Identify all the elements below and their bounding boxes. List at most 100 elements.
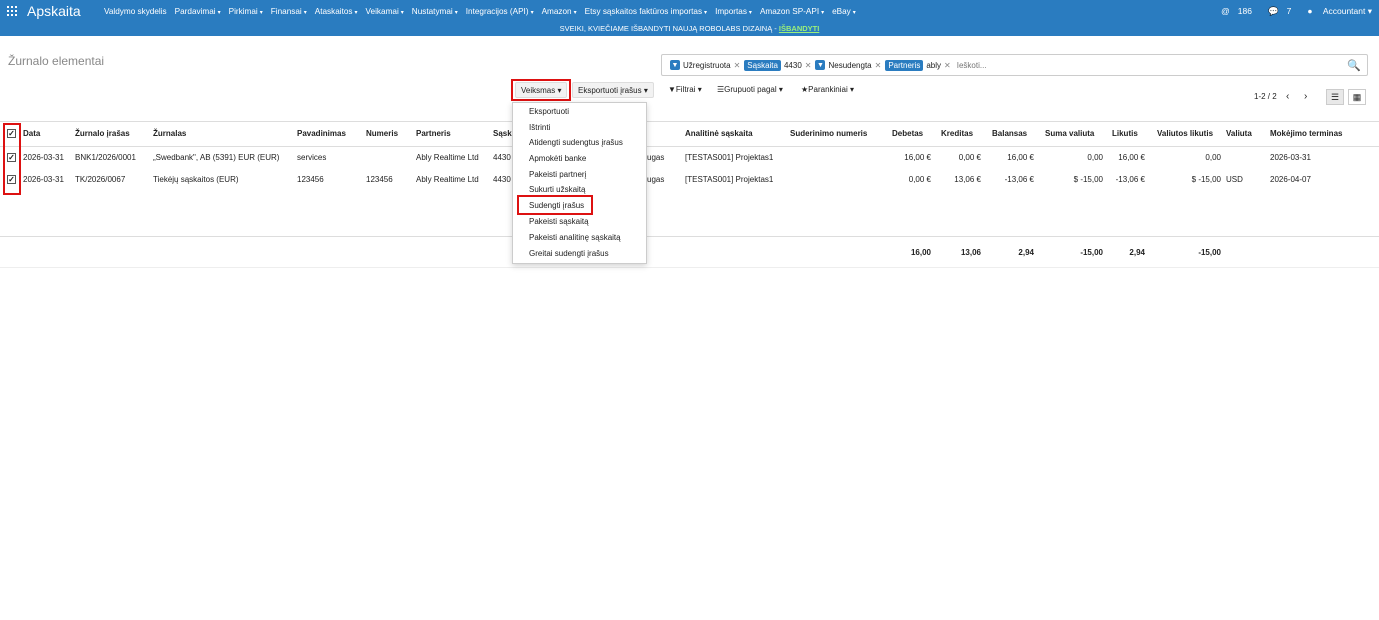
column-header[interactable]: Suma valiuta [1045, 129, 1094, 138]
table-cell: -13,06 € [1004, 175, 1034, 184]
table-cell: 2026-03-31 [1270, 153, 1311, 162]
remove-facet-icon[interactable]: ✕ [944, 61, 951, 70]
apps-grid-icon[interactable] [7, 6, 17, 16]
column-header[interactable]: Valiuta [1226, 129, 1252, 138]
table-cell: BNK1/2026/0001 [75, 153, 136, 162]
column-header[interactable]: Mokėjimo terminas [1270, 129, 1342, 138]
remove-facet-icon[interactable]: ✕ [734, 61, 741, 70]
table-cell: 0,00 [1205, 153, 1221, 162]
chevron-right-icon[interactable]: › [1299, 89, 1313, 103]
pivot-view-icon[interactable]: ▦ [1348, 89, 1366, 105]
highlight-reconcile [517, 195, 593, 215]
menu-item[interactable]: Importas ▾ [715, 7, 752, 16]
menu-item-unreconcile[interactable]: Atidengti sudengtus įrašus [529, 138, 623, 147]
notifications[interactable]: @186 [1213, 6, 1252, 16]
banner-link[interactable]: IŠBANDYTI [779, 24, 819, 33]
search-facet: ▼ Užregistruota ✕ [670, 60, 741, 70]
column-header[interactable]: Debetas [892, 129, 923, 138]
menu-item-change-analytic[interactable]: Pakeisti analitinę sąskaitą [529, 233, 621, 242]
column-header[interactable]: Žurnalas [153, 129, 186, 138]
total-cell: 16,00 [910, 248, 931, 257]
table-cell: 0,00 [1087, 153, 1103, 162]
menu-item[interactable]: Pardavimai ▾ [175, 7, 221, 16]
menu-item[interactable]: Valdymo skydelis [104, 7, 167, 16]
table-cell: [TESTAS001] Projektas1 [685, 175, 774, 184]
search-facet: Partneris ably ✕ [885, 59, 951, 71]
actions-dropdown: Eksportuoti Ištrinti Atidengti sudengtus… [512, 102, 647, 264]
remove-facet-icon[interactable]: ✕ [875, 61, 882, 70]
column-header[interactable]: Numeris [366, 129, 398, 138]
menu-item[interactable]: Veikamai ▾ [366, 7, 404, 16]
column-header[interactable]: Valiutos likutis [1157, 129, 1213, 138]
menu-item-change-partner[interactable]: Pakeisti partnerį [529, 170, 586, 179]
column-header[interactable]: Kreditas [941, 129, 973, 138]
menu-item[interactable]: Ataskaitos ▾ [315, 7, 358, 16]
menu-item[interactable]: Finansai ▾ [271, 7, 307, 16]
chat-icon: 💬 [1267, 5, 1279, 16]
pager: 1-2 / 2 ‹ › [1254, 89, 1313, 103]
table-cell: -13,06 € [1115, 175, 1145, 184]
group-by-button[interactable]: ☰Grupuoti pagal ▾ [717, 82, 783, 98]
menu-item-create-offset[interactable]: Sukurti užskaitą [529, 185, 585, 194]
list-view-icon[interactable]: ☰ [1326, 89, 1344, 105]
user-area: @186 💬 7 ● Accountant ▾ [1205, 0, 1372, 22]
messages[interactable]: 💬 7 [1260, 6, 1291, 17]
table-cell: ugas [647, 153, 665, 162]
footer-divider [0, 236, 1379, 237]
filter-icon: ▼ [815, 60, 826, 70]
search-bar[interactable]: ▼ Užregistruota ✕ Sąskaita 4430 ✕ ▼ Nesu… [661, 54, 1368, 76]
chevron-left-icon[interactable]: ‹ [1281, 89, 1295, 103]
top-navbar: Apskaita Valdymo skydelis Pardavimai ▾ Pi… [0, 0, 1379, 22]
table-cell: ugas [647, 175, 665, 184]
column-header[interactable]: Balansas [992, 129, 1027, 138]
filter-icon: ▼ [668, 85, 676, 94]
column-header[interactable]: Pavadinimas [297, 129, 346, 138]
menu-item-pay-bank[interactable]: Apmokėti banke [529, 154, 586, 163]
total-cell: 2,94 [1018, 248, 1034, 257]
total-cell: -15,00 [1198, 248, 1221, 257]
menu-item-quick-reconcile[interactable]: Greitai sudengti įrašus [529, 249, 609, 258]
column-header[interactable]: Žurnalo įrašas [75, 129, 130, 138]
column-header[interactable]: Partneris [416, 129, 451, 138]
table-cell: 2026-03-31 [23, 175, 64, 184]
menu-item-change-account[interactable]: Pakeisti sąskaitą [529, 217, 589, 226]
table-cell: services [297, 153, 327, 162]
main-menu: Valdymo skydelis Pardavimai ▾ Pirkimai ▾ F… [104, 0, 864, 22]
table-cell: 16,00 € [1118, 153, 1145, 162]
search-icon[interactable]: 🔍 [1347, 59, 1361, 72]
table-cell: 2026-04-07 [1270, 175, 1311, 184]
menu-item-export[interactable]: Eksportuoti [529, 107, 569, 116]
filters-button[interactable]: ▼Filtrai ▾ [668, 82, 702, 98]
column-header[interactable]: Sąsk [493, 129, 512, 138]
remove-facet-icon[interactable]: ✕ [805, 61, 812, 70]
avatar-icon: ● [1307, 5, 1313, 16]
favorites-button[interactable]: ★Parankiniai ▾ [801, 82, 854, 98]
table-cell: Ably Realtime Ltd [416, 153, 479, 162]
highlight-checkboxes [3, 123, 21, 195]
app-title[interactable]: Apskaita [27, 3, 81, 19]
menu-item[interactable]: Integracijos (API) ▾ [466, 7, 534, 16]
menu-item[interactable]: Amazon SP-API ▾ [760, 7, 824, 16]
menu-item[interactable]: Nustatymai ▾ [412, 7, 458, 16]
table-cell: 16,00 € [904, 153, 931, 162]
menu-item[interactable]: Pirkimai ▾ [229, 7, 263, 16]
column-header[interactable]: Analitinė sąskaita [685, 129, 753, 138]
at-icon: @ [1221, 6, 1230, 16]
menu-item[interactable]: Amazon ▾ [542, 7, 577, 16]
promo-banner: SVEIKI, KVIEČIAME IŠBANDYTI NAUJĄ ROBOLA… [0, 22, 1379, 36]
table-cell: 0,00 € [908, 175, 931, 184]
user-menu[interactable]: ● Accountant ▾ [1299, 6, 1372, 17]
menu-item-delete[interactable]: Ištrinti [529, 123, 550, 132]
table-cell: 13,06 € [954, 175, 981, 184]
menu-item[interactable]: Etsy sąskaitos faktūros importas ▾ [585, 7, 707, 16]
column-header[interactable]: Data [23, 129, 40, 138]
menu-item[interactable]: eBay ▾ [832, 7, 856, 16]
column-header[interactable]: Suderinimo numeris [790, 129, 867, 138]
table-bottom-border [0, 267, 1379, 268]
table-top-border [0, 121, 1379, 122]
table-cell: TK/2026/0067 [75, 175, 126, 184]
page-title: Žurnalo elementai [8, 54, 105, 68]
export-entries-button[interactable]: Eksportuoti įrašus ▾ [572, 82, 654, 98]
column-header[interactable]: Likutis [1112, 129, 1138, 138]
search-input[interactable] [954, 59, 1079, 71]
